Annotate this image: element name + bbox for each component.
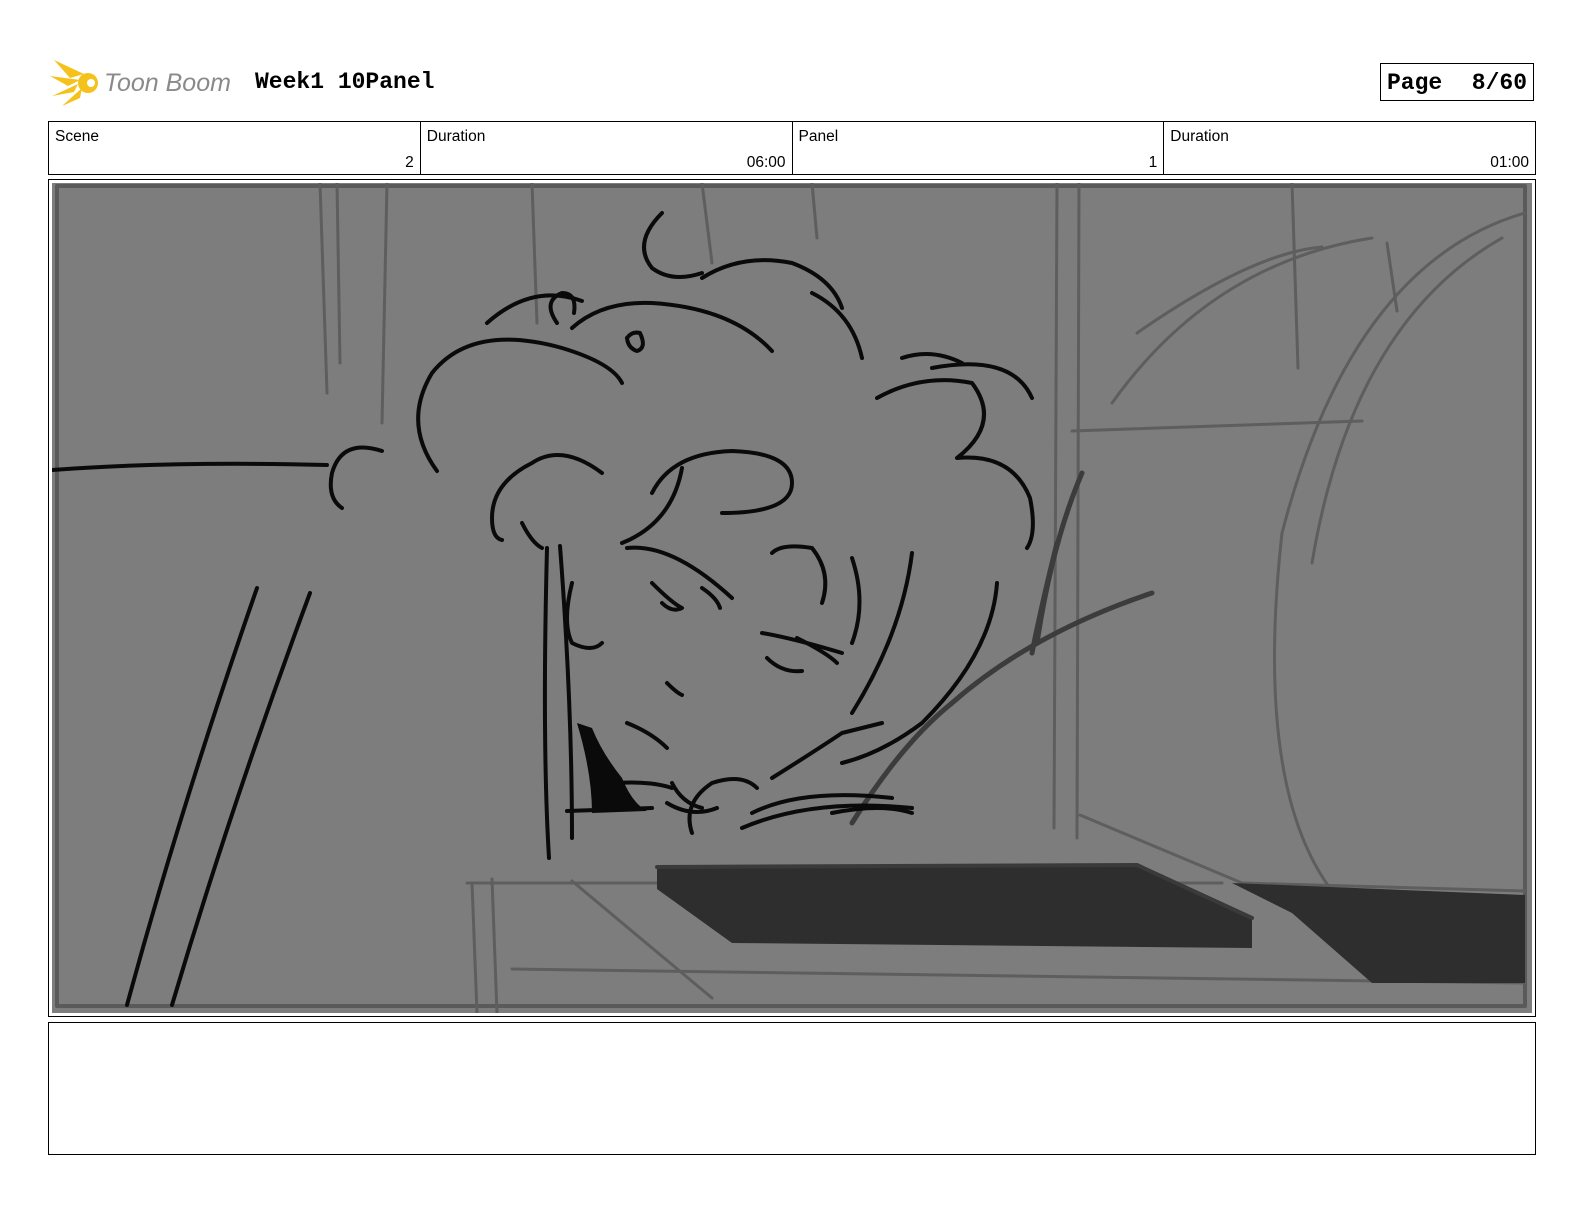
page-indicator: Page 8/60	[1380, 63, 1534, 101]
storyboard-panel	[48, 179, 1536, 1017]
svg-text:Toon Boom: Toon Boom	[104, 69, 231, 97]
panel-sketch-image	[52, 183, 1532, 1013]
scene-label: Scene	[55, 128, 99, 145]
scene-duration-value: 06:00	[746, 154, 786, 171]
scene-info-table: Scene 2 Duration 06:00 Panel 1 Duration …	[48, 121, 1536, 175]
page-label: Page	[1387, 70, 1443, 96]
panel-duration-cell: Duration 01:00	[1163, 122, 1535, 174]
scene-number: 2	[405, 154, 414, 171]
toon-boom-logo: Toon Boom	[50, 56, 245, 108]
panel-duration-label: Duration	[1170, 128, 1229, 145]
scene-duration-cell: Duration 06:00	[419, 122, 792, 174]
panel-cell: Panel 1	[791, 122, 1164, 174]
panel-label: Panel	[798, 128, 839, 145]
toon-boom-sun-icon: Toon Boom	[50, 60, 231, 106]
scene-cell: Scene 2	[49, 122, 420, 174]
document-title: Week1 10Panel	[255, 69, 435, 95]
panel-number: 1	[1148, 154, 1158, 171]
page-number: 8/60	[1471, 70, 1527, 96]
panel-duration-value: 01:00	[1490, 154, 1529, 171]
scene-duration-label: Duration	[426, 128, 486, 145]
panel-notes-box	[48, 1022, 1536, 1155]
